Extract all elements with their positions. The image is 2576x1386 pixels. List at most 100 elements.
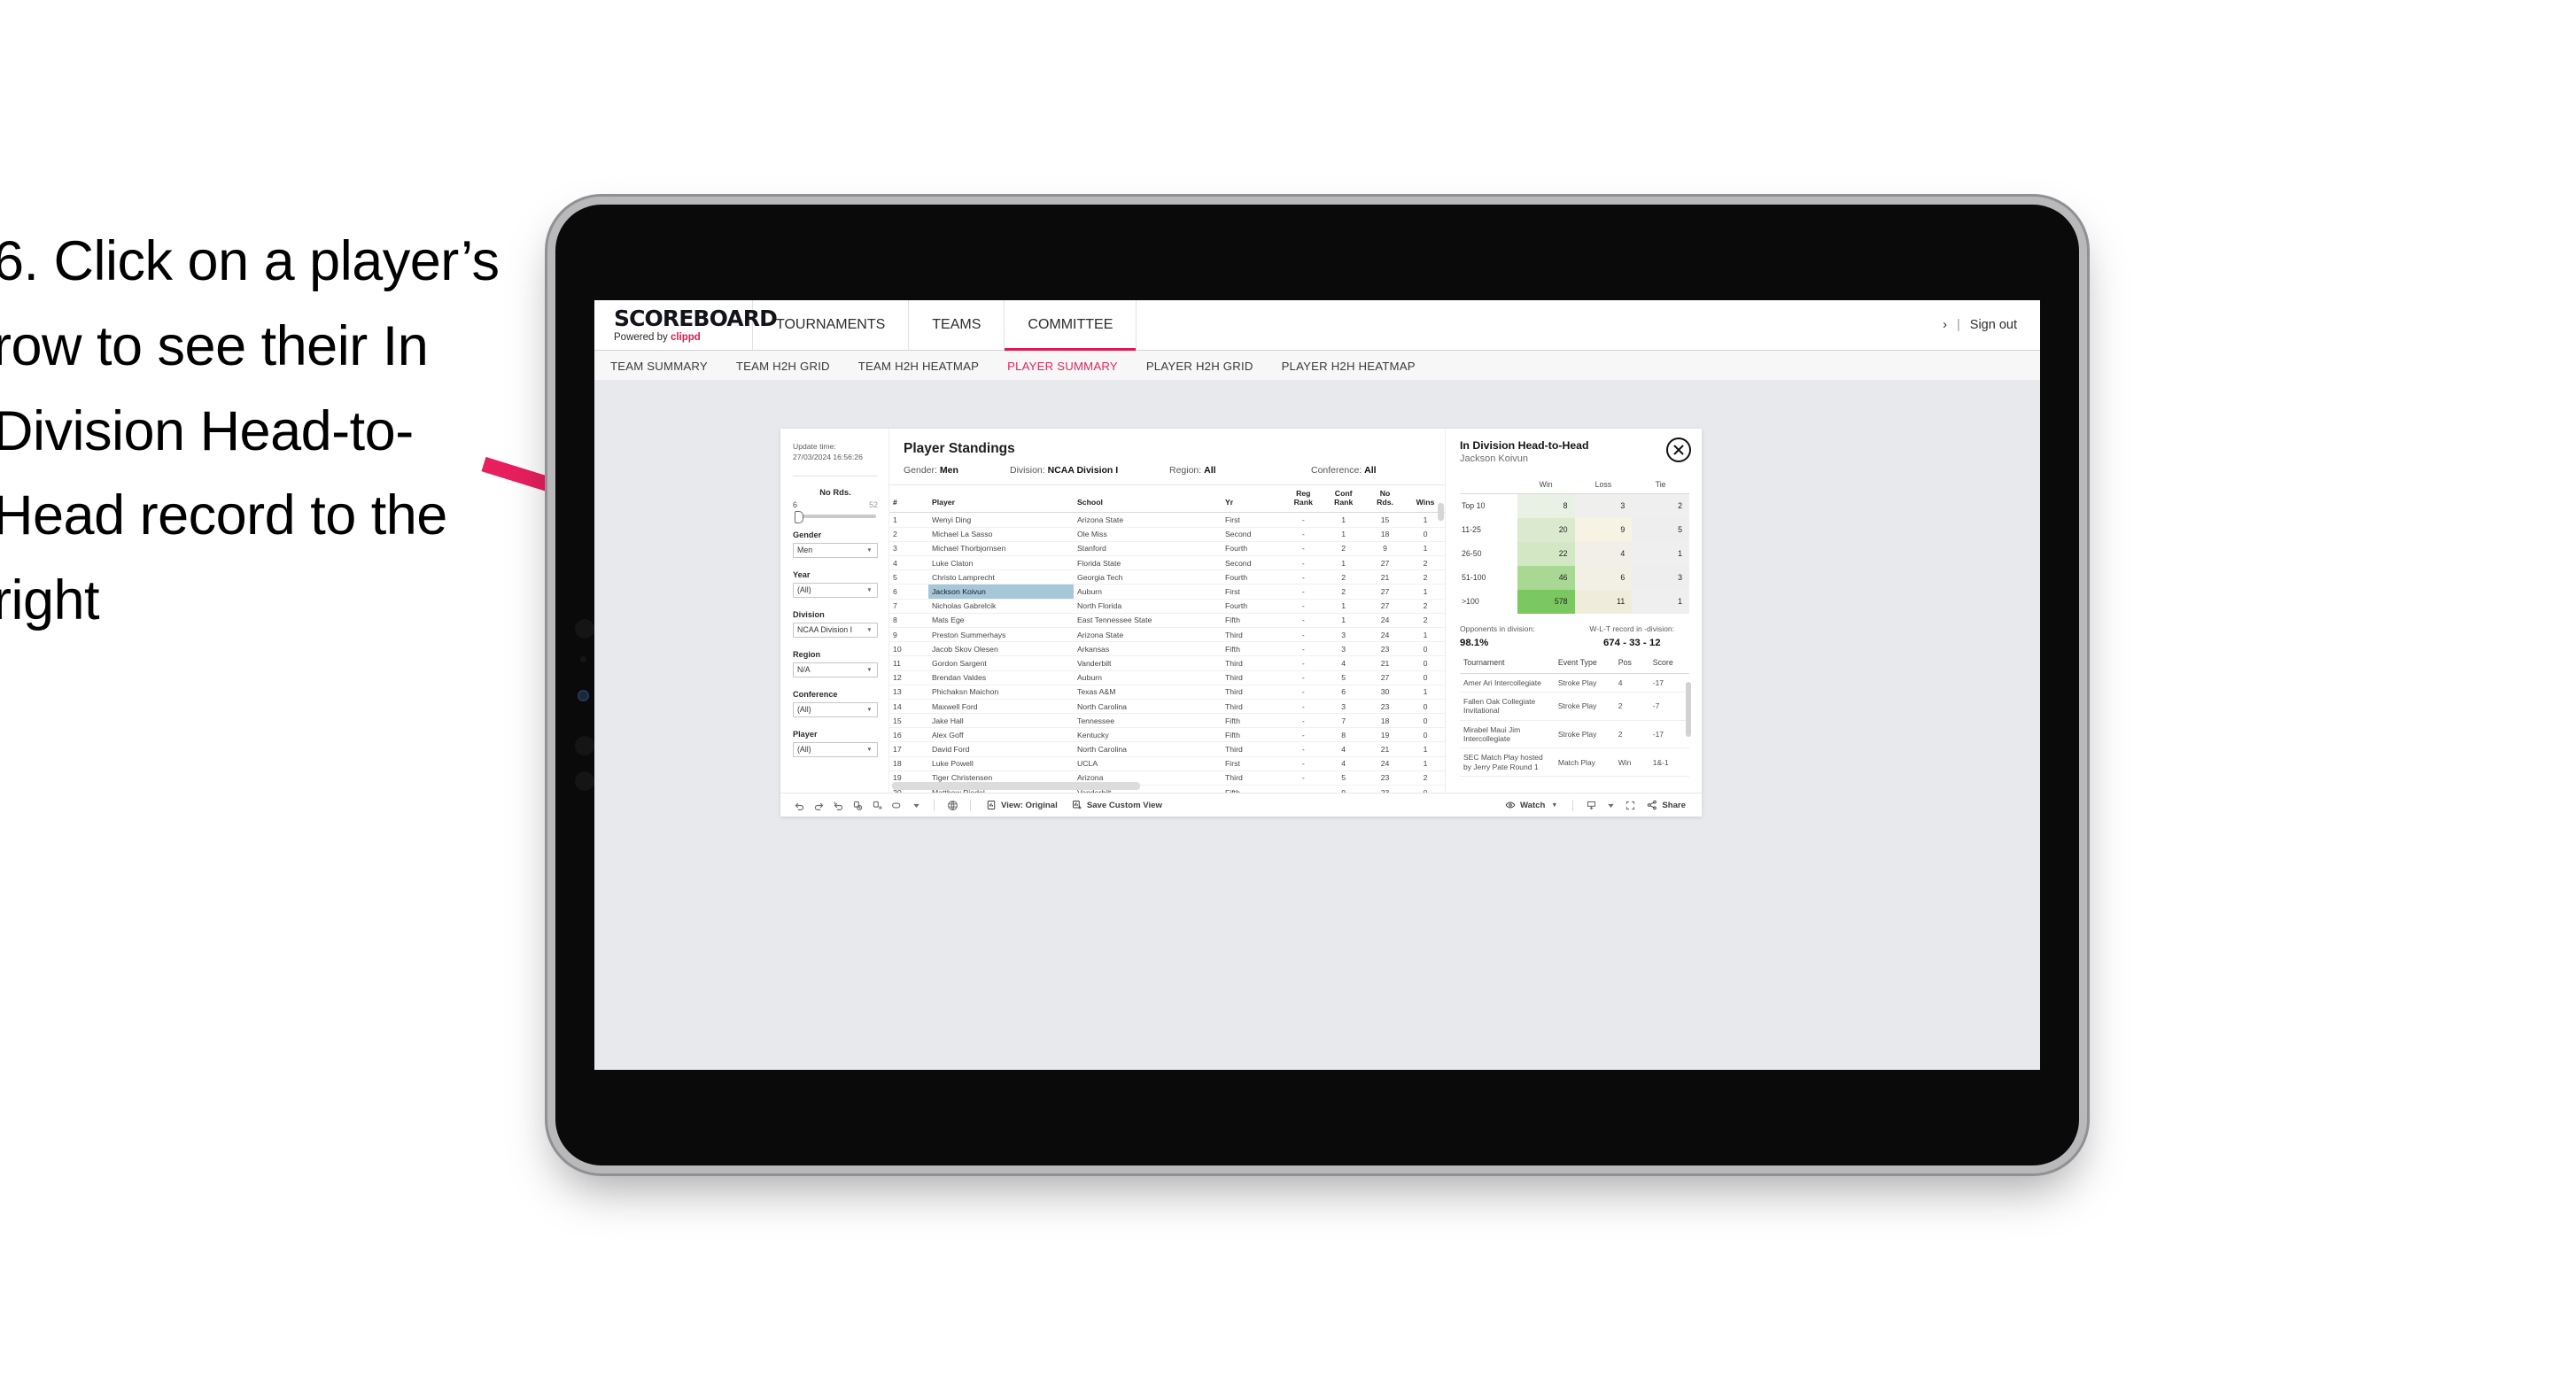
tournament-table: Tournament Event Type Pos Score Amer Ari… [1460, 658, 1689, 778]
table-row[interactable]: 12 Brendan Valdes Auburn Third -5 27 0 [889, 670, 1445, 685]
view-original-button[interactable]: View: Original [979, 800, 1065, 810]
filter-year-select[interactable]: (All) ▼ [793, 582, 878, 598]
head-to-head-panel: In Division Head-to-Head Jackson Koivun … [1445, 429, 1702, 793]
col-rank[interactable]: # [889, 485, 928, 514]
col-school[interactable]: School [1074, 485, 1222, 514]
refresh-icon[interactable] [848, 795, 867, 815]
account-caret-icon[interactable]: › [1943, 318, 1947, 332]
table-row[interactable]: 11 Gordon Sargent Vanderbilt Third -4 21 0 [889, 655, 1445, 671]
row-no-rds: 15 [1364, 512, 1406, 528]
row-rank: 6 [889, 584, 928, 600]
table-row[interactable]: 5 Christo Lamprecht Georgia Tech Fourth -2 21… [889, 569, 1445, 585]
filter-region-select[interactable]: N/A ▼ [793, 662, 878, 678]
tab-team-h2h-heatmap[interactable]: TEAM H2H HEATMAP [858, 360, 979, 373]
tournament-row[interactable]: SEC Match Play hosted by Jerry Pate Roun… [1460, 747, 1689, 778]
row-school: Ole Miss [1074, 527, 1222, 542]
table-row[interactable]: 13 Phichaksn Maichon Texas A&M Third -6 30 1 [889, 685, 1445, 700]
watch-button[interactable]: Watch ▼ [1498, 800, 1564, 810]
table-row[interactable]: 17 David Ford North Carolina Third -4 21 1 [889, 741, 1445, 757]
col-score[interactable]: Score [1649, 658, 1689, 674]
globe-icon[interactable] [943, 795, 962, 815]
standings-summary: Gender: Men Division: NCAA Division I Re… [889, 457, 1445, 484]
tablet-device-frame: SCOREBOARD Powered by clippd TOURNAMENTS… [555, 205, 2079, 1165]
table-row[interactable]: 18 Luke Powell UCLA First -4 24 1 [889, 756, 1445, 771]
share-button[interactable]: Share [1640, 800, 1693, 810]
opponents-label: Opponents in division: [1460, 623, 1535, 633]
col-event-type[interactable]: Event Type [1554, 658, 1615, 674]
table-row[interactable]: 1 Wenyi Ding Arizona State First -1 15 1 [889, 512, 1445, 528]
table-row[interactable]: 10 Jacob Skov Olesen Arkansas Fifth -3 23 0 [889, 641, 1445, 657]
slider-handle[interactable] [795, 510, 803, 523]
col-pos[interactable]: Pos [1614, 658, 1649, 674]
filter-player-value: (All) [797, 745, 811, 755]
summary-division: Division: NCAA Division I [1010, 465, 1119, 476]
tournament-row[interactable]: Mirabel Maui Jim Intercollegiate Stroke P… [1460, 720, 1689, 749]
row-reg-rank: - [1284, 569, 1323, 585]
download-caret-icon[interactable] [1601, 795, 1620, 815]
close-icon[interactable] [1666, 437, 1691, 462]
col-reg-rank[interactable]: Reg Rank [1284, 485, 1323, 514]
signout-button[interactable]: Sign out [1970, 318, 2017, 332]
tab-team-h2h-grid[interactable]: TEAM H2H GRID [736, 360, 830, 373]
revert-icon[interactable] [828, 795, 848, 815]
table-row[interactable]: 4 Luke Claton Florida State Second -1 27 2 [889, 555, 1445, 571]
viz-toolbar: View: Original Save Custom View Watch ▼ [780, 793, 1702, 817]
filter-division-select[interactable]: NCAA Division I ▼ [793, 622, 878, 638]
row-school: Auburn [1074, 584, 1222, 600]
h2h-row-label: Top 10 [1460, 493, 1517, 518]
tournament-scrollbar[interactable] [1686, 681, 1691, 737]
tournament-score: -17 [1649, 720, 1689, 749]
highlight-caret-icon[interactable] [906, 795, 926, 815]
table-row[interactable]: 2 Michael La Sasso Ole Miss Second -1 18 0 [889, 527, 1445, 542]
h2h-cell-loss: 6 [1574, 565, 1633, 590]
undo-icon[interactable] [789, 795, 809, 815]
save-custom-view-button[interactable]: Save Custom View [1065, 800, 1169, 810]
table-row[interactable]: 8 Mats Ege East Tennessee State Fifth -1 24 2 [889, 613, 1445, 628]
table-row[interactable]: 14 Maxwell Ford North Carolina Third -3 23 0 [889, 699, 1445, 715]
row-school: North Florida [1074, 599, 1222, 614]
tab-player-summary[interactable]: PLAYER SUMMARY [1007, 360, 1118, 373]
col-conf-rank[interactable]: Conf Rank [1323, 485, 1365, 514]
tournament-row[interactable]: Amer Ari Intercollegiate Stroke Play 4 -17 [1460, 673, 1689, 693]
table-row[interactable]: 3 Michael Thorbjornsen Stanford Fourth -2 9 1 [889, 541, 1445, 557]
download-icon[interactable] [1581, 795, 1601, 815]
tablet-sensor [580, 656, 586, 662]
table-row[interactable]: 6 Jackson Koivun Auburn First -2 27 1 [889, 584, 1445, 600]
filter-conference-select[interactable]: (All) ▼ [793, 701, 878, 717]
tab-player-h2h-grid[interactable]: PLAYER H2H GRID [1146, 360, 1253, 373]
vertical-scrollbar[interactable] [1438, 503, 1444, 521]
nav-teams[interactable]: TEAMS [909, 300, 1005, 350]
page-title: Player Standings [904, 441, 1015, 456]
h2h-row: Top 10 8 3 2 [1460, 493, 1689, 518]
no-rounds-slider[interactable] [795, 510, 876, 523]
nav-committee[interactable]: COMMITTEE [1005, 300, 1137, 351]
table-row[interactable]: 16 Alex Goff Kentucky Fifth -8 19 0 [889, 727, 1445, 743]
fullscreen-icon[interactable] [1620, 795, 1640, 815]
filter-gender-select[interactable]: Men ▼ [793, 542, 878, 558]
nav-tournaments[interactable]: TOURNAMENTS [753, 300, 910, 350]
tab-team-summary[interactable]: TEAM SUMMARY [610, 360, 708, 373]
share-label: Share [1662, 800, 1686, 810]
col-tournament[interactable]: Tournament [1460, 658, 1555, 674]
share-icon [1648, 800, 1657, 810]
col-no-rds[interactable]: No Rds. [1364, 485, 1406, 514]
filter-player-select[interactable]: (All) ▼ [793, 741, 878, 757]
row-wins: 2 [1406, 770, 1445, 786]
table-row[interactable]: 15 Jake Hall Tennessee Fifth -7 18 0 [889, 713, 1445, 729]
row-wins: 0 [1406, 655, 1445, 671]
h2h-cell-tie: 3 [1632, 565, 1689, 590]
table-row[interactable]: 9 Preston Summerhays Arizona State Third -3 2… [889, 627, 1445, 643]
redo-icon[interactable] [809, 795, 828, 815]
tournament-row[interactable]: Fallen Oak Collegiate Invitational Stroke… [1460, 692, 1689, 721]
row-yr: Fifth [1222, 613, 1284, 628]
tab-player-h2h-heatmap[interactable]: PLAYER H2H HEATMAP [1282, 360, 1416, 373]
summary-conference: Conference: All [1311, 465, 1377, 476]
col-player[interactable]: Player [927, 485, 1074, 514]
row-school: Arizona State [1074, 512, 1222, 528]
horizontal-scrollbar[interactable] [892, 782, 1140, 790]
row-no-rds: 21 [1364, 655, 1406, 671]
table-row[interactable]: 7 Nicholas Gabrelcik North Florida Fourth -1… [889, 599, 1445, 614]
col-yr[interactable]: Yr [1222, 485, 1284, 514]
highlight-icon[interactable] [887, 795, 906, 815]
pause-icon[interactable] [867, 795, 887, 815]
